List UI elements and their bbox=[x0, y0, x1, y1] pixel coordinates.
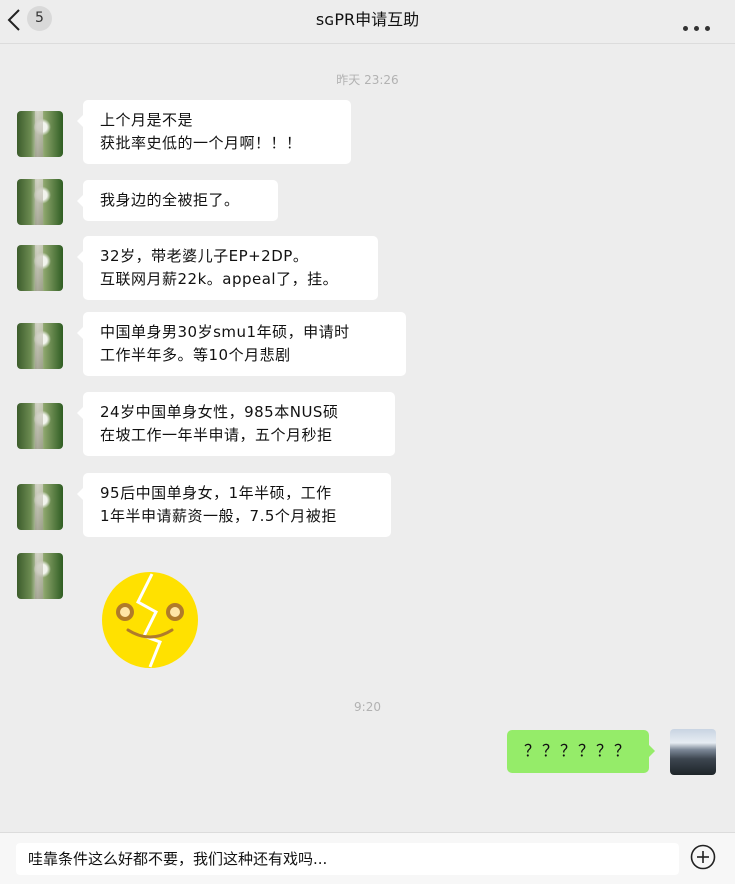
timestamp: 9:20 bbox=[354, 700, 381, 714]
avatar[interactable] bbox=[17, 323, 63, 369]
message-text: 32岁，带老婆儿子EP+2DP。 bbox=[100, 247, 309, 265]
message-bubble[interactable]: 上个月是不是 获批率史低的一个月啊！！！ bbox=[77, 100, 351, 164]
message-text: 1年半申请薪资一般，7.5个月被拒 bbox=[100, 507, 337, 525]
message-text: 上个月是不是 bbox=[100, 111, 194, 129]
message-text: 获批率史低的一个月啊！！！ bbox=[100, 134, 302, 152]
more-dots-icon[interactable] bbox=[683, 16, 717, 31]
message-text: ？？？？？？ bbox=[524, 741, 633, 760]
avatar[interactable] bbox=[17, 245, 63, 291]
message-bubble[interactable]: 95后中国单身女，1年半硕，工作 1年半申请薪资一般，7.5个月被拒 bbox=[77, 473, 391, 537]
input-bar: 哇靠条件这么好都不要，我们这种还有戏吗... bbox=[0, 832, 735, 884]
message-text: 我身边的全被拒了。 bbox=[100, 191, 240, 209]
message-input[interactable]: 哇靠条件这么好都不要，我们这种还有戏吗... bbox=[16, 843, 679, 875]
message-text: 中国单身男30岁smu1年硕，申请时 bbox=[100, 323, 350, 341]
avatar[interactable] bbox=[17, 111, 63, 157]
chat-header: 5 sɢPR申请互助 bbox=[0, 0, 735, 44]
timestamp: 昨天 23:26 bbox=[336, 73, 399, 87]
avatar[interactable] bbox=[17, 403, 63, 449]
message-bubble[interactable]: 32岁，带老婆儿子EP+2DP。 互联网月薪22k。appeal了，挂。 bbox=[77, 236, 378, 300]
my-avatar[interactable] bbox=[670, 729, 716, 775]
message-text: 24岁中国单身女性，985本NUS硕 bbox=[100, 403, 339, 421]
message-text: 互联网月薪22k。appeal了，挂。 bbox=[100, 270, 339, 288]
message-bubble[interactable]: 24岁中国单身女性，985本NUS硕 在坡工作一年半申请，五个月秒拒 bbox=[77, 392, 395, 456]
avatar[interactable] bbox=[17, 553, 63, 599]
message-text: 95后中国单身女，1年半硕，工作 bbox=[100, 484, 332, 502]
broken-face-emoji[interactable] bbox=[100, 572, 200, 668]
plus-circle-icon[interactable] bbox=[690, 844, 716, 870]
avatar[interactable] bbox=[17, 484, 63, 530]
message-bubble[interactable]: 中国单身男30岁smu1年硕，申请时 工作半年多。等10个月悲剧 bbox=[77, 312, 406, 376]
message-bubble[interactable]: ？？？？？？ bbox=[507, 730, 655, 773]
message-text: 工作半年多。等10个月悲剧 bbox=[100, 346, 291, 364]
avatar[interactable] bbox=[17, 179, 63, 225]
message-text: 在坡工作一年半申请，五个月秒拒 bbox=[100, 426, 333, 444]
message-bubble[interactable]: 我身边的全被拒了。 bbox=[77, 180, 278, 221]
chat-title: sɢPR申请互助 bbox=[315, 10, 420, 29]
